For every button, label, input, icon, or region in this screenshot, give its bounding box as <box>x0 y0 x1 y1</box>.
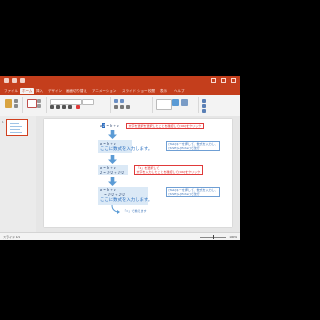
close-icon[interactable] <box>231 78 236 83</box>
font-group <box>48 97 111 113</box>
tab-slideshow[interactable]: スライド ショー <box>122 88 147 94</box>
tab-insert[interactable]: 挿入 <box>36 88 43 94</box>
tab-animations[interactable]: アニメーション <box>92 88 116 94</box>
slide[interactable]: a2 = b + c 文字を選択を選択したことを確認して[OK]をクリック a … <box>44 119 232 227</box>
arrange-icon[interactable] <box>172 99 179 106</box>
arrow-down-icon <box>108 177 117 186</box>
layout-icon[interactable] <box>37 99 41 103</box>
underline-icon[interactable] <box>62 105 66 109</box>
arrow-down-icon <box>108 130 117 139</box>
ribbon <box>0 95 240 117</box>
align-right-icon[interactable] <box>126 105 130 109</box>
font-color-icon[interactable] <box>76 105 80 109</box>
align-left-icon[interactable] <box>114 105 118 109</box>
drawing-group <box>154 97 199 113</box>
cut-icon[interactable] <box>14 99 18 103</box>
maximize-icon[interactable] <box>221 78 226 83</box>
find-icon[interactable] <box>202 99 206 103</box>
undo-icon[interactable] <box>12 78 17 83</box>
paragraph-group <box>112 97 153 113</box>
slide-canvas-area: a2 = b + c 文字を選択を選択したことを確認して[OK]をクリック a … <box>36 116 240 232</box>
save-icon[interactable] <box>4 78 9 83</box>
editing-group <box>200 97 236 113</box>
select-icon[interactable] <box>202 109 206 113</box>
shapes-gallery[interactable] <box>156 99 172 110</box>
callout-tab-shift-enter-1: [Tab]キーを押して、数式を入力し、 [Shift]+[Enter]で改行 <box>166 141 221 151</box>
slide-thumbnail[interactable] <box>6 119 28 136</box>
slide-count-status: スライド 1/1 <box>3 234 21 239</box>
bullets-icon[interactable] <box>114 99 118 103</box>
powerpoint-window: ファイル ホーム 挿入 デザイン 画面切り替え アニメーション スライド ショー… <box>0 76 240 240</box>
redo-icon[interactable] <box>20 78 25 83</box>
zoom-level[interactable]: 100% <box>229 235 237 239</box>
font-size-select[interactable] <box>82 99 94 105</box>
arrow-down-icon <box>108 155 117 164</box>
ribbon-tabs: ファイル ホーム 挿入 デザイン 画面切り替え アニメーション スライド ショー… <box>0 87 240 95</box>
quick-styles-icon[interactable] <box>181 99 188 106</box>
callout-select-confirm: 文字を選択を選択したことを確認して[OK]をクリック <box>126 122 204 129</box>
tab-view[interactable]: 表示 <box>160 88 167 94</box>
slide-number: 1 <box>2 120 4 124</box>
tab-design[interactable]: デザイン <box>48 88 62 94</box>
title-bar <box>0 76 240 87</box>
new-slide-icon[interactable] <box>27 99 37 108</box>
tab-file[interactable]: ファイル <box>4 88 18 94</box>
clipboard-group <box>2 97 23 113</box>
thumbnail-line <box>10 129 20 130</box>
tab-transitions[interactable]: 画面切り替え <box>66 88 87 94</box>
curved-arrow-icon <box>111 205 120 214</box>
tab-review[interactable]: 校閲 <box>148 88 155 94</box>
thumbnail-line <box>10 126 22 127</box>
bold-icon[interactable] <box>50 105 54 109</box>
replace-icon[interactable] <box>202 104 206 108</box>
thumbnail-line <box>10 132 22 133</box>
slide-thumbnail-pane: 1 <box>0 116 37 232</box>
equation-placeholder-text-2: ここに数式を入力します。 <box>100 198 153 203</box>
strikethrough-icon[interactable] <box>68 105 72 109</box>
copy-icon[interactable] <box>14 104 18 108</box>
callout-tab-shift-enter-2: [Tab]キーを押して、数式を入力し、 [Shift]+[Enter]で改行 <box>166 187 221 197</box>
quick-access-toolbar <box>4 78 25 83</box>
align-center-icon[interactable] <box>120 105 124 109</box>
callout-select-2: 「2」を選択して 文字を入力したことを確認して[OK]をクリック <box>134 165 203 175</box>
minimize-icon[interactable] <box>211 78 216 83</box>
thumbnail-line <box>10 123 19 124</box>
status-bar: スライド 1/1 100% <box>0 232 240 240</box>
slides-group <box>24 97 47 113</box>
zoom-slider-knob[interactable] <box>212 235 214 239</box>
equation-2: a = b + c <box>100 141 116 146</box>
equation-placeholder-text: ここに数式を入力します。 <box>100 147 153 152</box>
equation-4-line2: = 1^2 + 2^2 <box>104 192 125 197</box>
numbering-icon[interactable] <box>120 99 124 103</box>
paste-icon[interactable] <box>5 99 12 108</box>
tab-home[interactable]: ホーム <box>20 88 35 94</box>
italic-icon[interactable] <box>56 105 60 109</box>
equation-1[interactable]: a2 = b + c <box>100 123 119 128</box>
align-equals-note: 「=」で揃えます <box>123 209 147 213</box>
tab-help[interactable]: ヘルプ <box>174 88 185 94</box>
window-controls <box>211 78 236 83</box>
section-icon[interactable] <box>37 104 41 108</box>
equation-3-sub: 2 = 1^2 + 1^2 <box>100 170 124 175</box>
